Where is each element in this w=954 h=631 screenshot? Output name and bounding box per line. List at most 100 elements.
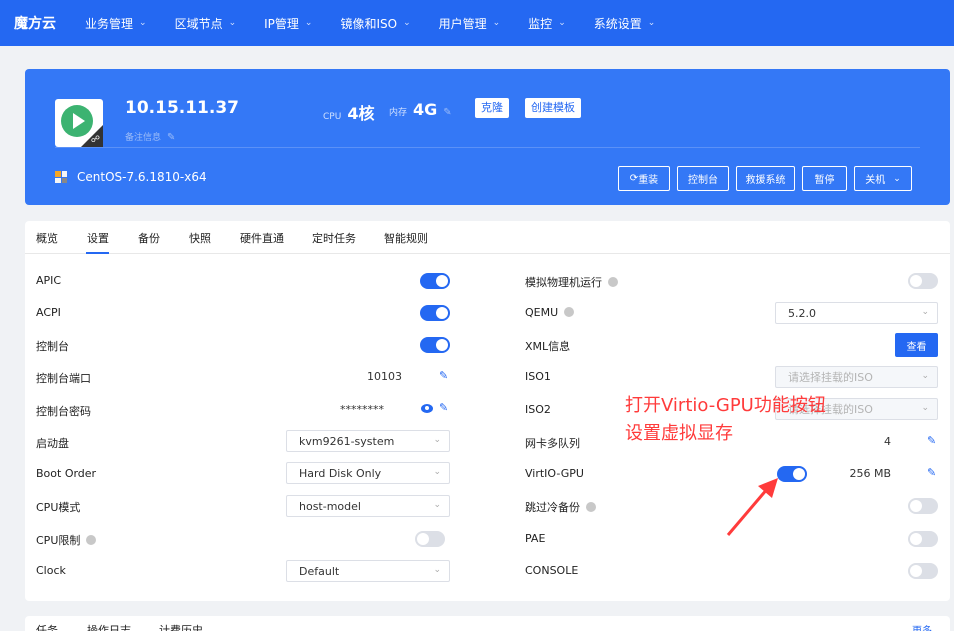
tab-operation-log[interactable]: 操作日志 [87,622,131,631]
chevron-down-icon: ⌄ [433,467,441,477]
help-icon[interactable] [586,502,596,512]
help-icon[interactable] [86,535,97,545]
console-option-toggle[interactable] [908,563,938,579]
help-icon[interactable] [608,277,618,287]
tab-passthrough[interactable]: 硬件直通 [240,230,284,246]
qemu-select[interactable]: 5.2.0 ⌄ [775,302,938,324]
cpu-limit-label: CPU限制 [36,532,97,548]
cpu-label: CPU [323,112,342,122]
iso1-select[interactable]: 请选择挂载的ISO ⌄ [775,366,938,388]
play-icon [61,105,93,137]
shutdown-dropdown[interactable]: 关机 ⌄ [854,166,912,191]
cpu-spec: CPU 4核 [323,100,374,124]
skip-backup-toggle[interactable] [908,498,938,514]
tab-backup[interactable]: 备份 [138,230,160,246]
virtio-gpu-memory: 256 MB [849,467,891,480]
edit-icon[interactable]: ✎ [167,132,177,143]
chevron-down-icon: ⌄ [304,18,313,28]
edit-icon[interactable]: ✎ [443,107,453,118]
boot-order-select[interactable]: Hard Disk Only ⌄ [286,462,450,484]
edit-icon[interactable]: ✎ [439,370,450,381]
annotation-line: 设置虚拟显存 [625,423,733,444]
label-text: 跳过冷备份 [525,501,580,514]
clone-button[interactable]: 克隆 [475,98,509,118]
nav-item-label: IP管理 [264,16,299,31]
select-value: Hard Disk Only [299,466,382,480]
tab-overview[interactable]: 概览 [36,230,58,246]
refresh-icon: ⟳ [629,173,639,184]
rescue-button[interactable]: 救援系统 [736,166,795,191]
create-template-button[interactable]: 创建模板 [525,98,581,118]
tab-settings[interactable]: 设置 [87,230,109,246]
chevron-down-icon: ⌄ [647,18,656,28]
console-button[interactable]: 控制台 [677,166,729,191]
nav-item-image[interactable]: 镜像和ISO ⌄ [333,15,417,32]
chevron-down-icon: ⌄ [558,18,566,28]
vm-status-icon: ☍ [55,99,103,147]
pause-button[interactable]: 暂停 [802,166,847,191]
app-logo[interactable]: 魔方云 [14,13,56,33]
edit-icon[interactable]: ✎ [927,467,938,478]
active-tab-indicator [86,252,109,254]
nav-item-user[interactable]: 用户管理 ⌄ [432,15,508,32]
console-password-value: ******** [340,403,384,416]
reinstall-button[interactable]: ⟳ 重装 [618,166,670,191]
tab-scheduled[interactable]: 定时任务 [312,230,356,246]
acpi-label: ACPI [36,306,61,319]
chevron-down-icon: ⌄ [228,18,237,28]
more-link[interactable]: 更多 [912,622,932,631]
boot-disk-select[interactable]: kvm9261-system ⌄ [286,430,450,452]
pae-toggle[interactable] [908,531,938,547]
boot-order-label: Boot Order [36,467,97,480]
chevron-down-icon: ⌄ [893,173,901,184]
nav-item-monitor[interactable]: 监控 ⌄ [521,15,573,32]
nav-item-ip[interactable]: IP管理 ⌄ [257,15,319,32]
cpu-limit-toggle[interactable] [415,531,445,547]
select-value: kvm9261-system [299,434,395,448]
vm-note[interactable]: 备注信息 ✎ [125,130,177,143]
console-toggle[interactable] [420,337,450,353]
annotation-line: 打开Virtio-GPU功能按钮 [625,395,826,416]
nav-item-label: 用户管理 [438,16,487,31]
annotation-text: 打开Virtio-GPU功能按钮 设置虚拟显存 [625,392,826,448]
edit-icon[interactable]: ✎ [927,435,938,446]
bottom-tabs-card: 任务 操作日志 计费历史 更多 [25,616,950,631]
xml-info-label: XML信息 [525,340,571,353]
tab-billing-history[interactable]: 计费历史 [159,622,203,631]
nav-item-system[interactable]: 系统设置 ⌄ [587,15,663,32]
nav-item-label: 镜像和ISO [340,16,398,31]
os-logo-icon [55,171,67,183]
cpu-mode-select[interactable]: host-model ⌄ [286,495,450,517]
chevron-down-icon: ⌄ [139,18,147,28]
top-navbar: 魔方云 业务管理 ⌄ 区域节点 ⌄ IP管理 ⌄ 镜像和ISO ⌄ 用户管理 ⌄ 监控 ⌄ … [0,0,954,46]
tab-tasks[interactable]: 任务 [36,622,58,631]
select-value: Default [299,564,340,578]
vm-header-card: ☍ 10.15.11.37 备注信息 ✎ CPU 4核 内存 4G ✎ 克隆 创建… [25,69,950,205]
apic-toggle[interactable] [420,273,450,289]
apic-label: APIC [36,274,62,287]
console-port-label: 控制台端口 [36,372,91,385]
chevron-down-icon: ⌄ [921,403,929,413]
label-text: QEMU [525,306,559,319]
os-name: CentOS-7.6.1810-x64 [77,170,207,184]
iso1-label: ISO1 [525,370,551,383]
nav-item-business[interactable]: 业务管理 ⌄ [78,15,154,32]
tab-snapshot[interactable]: 快照 [189,230,211,246]
acpi-toggle[interactable] [420,305,450,321]
nav-item-label: 业务管理 [85,16,134,31]
mem-spec: 内存 4G ✎ [389,100,453,119]
emulate-physical-toggle[interactable] [908,273,938,289]
tab-rules[interactable]: 智能规则 [384,230,428,246]
iso2-label: ISO2 [525,403,551,416]
view-xml-button[interactable]: 查看 [895,333,938,357]
pae-label: PAE [525,532,546,545]
select-placeholder: 请选择挂载的ISO [788,371,873,384]
clock-select[interactable]: Default ⌄ [286,560,450,582]
eye-icon[interactable] [421,404,433,413]
help-icon[interactable] [564,307,575,317]
annotation-arrow-icon [726,478,778,536]
chevron-down-icon: ⌄ [433,500,441,510]
nav-item-region[interactable]: 区域节点 ⌄ [168,15,244,32]
label-text: CPU限制 [36,534,81,547]
edit-icon[interactable]: ✎ [439,402,450,413]
